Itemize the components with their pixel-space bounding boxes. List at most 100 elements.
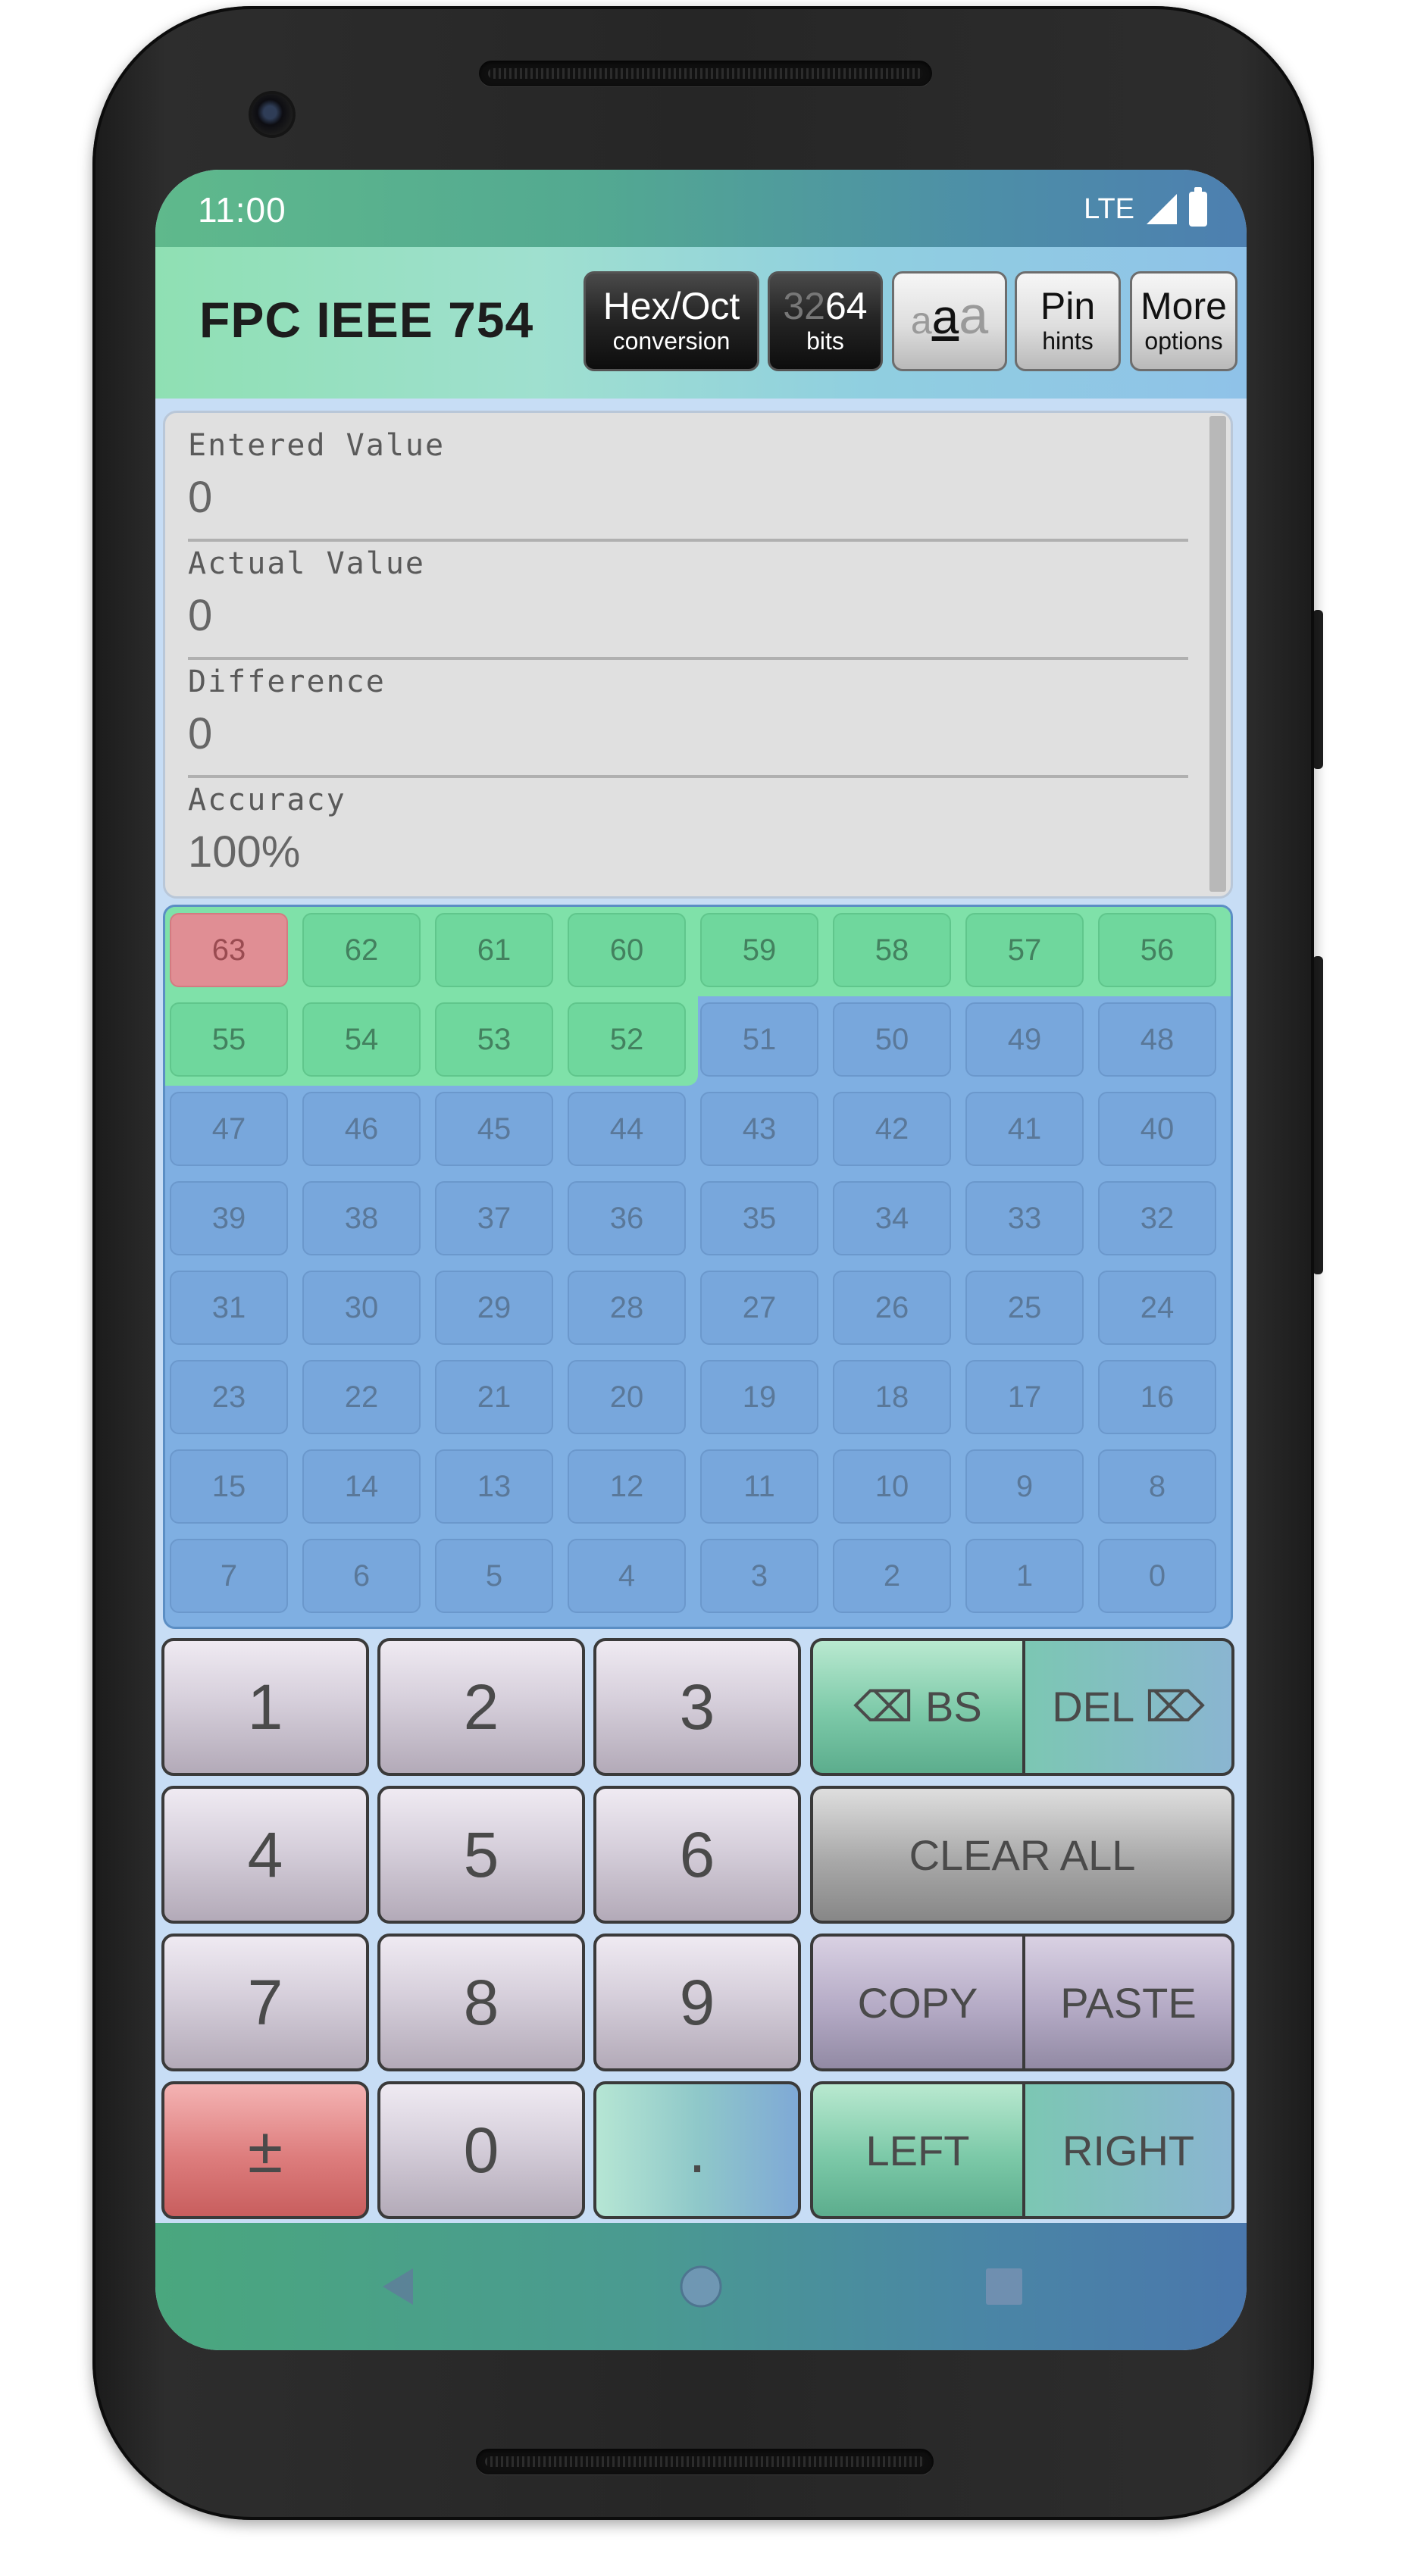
bit-21-toggle[interactable]: 21 xyxy=(435,1360,553,1434)
bit-50-toggle[interactable]: 50 xyxy=(833,1002,951,1077)
bit-53-toggle[interactable]: 53 xyxy=(435,1002,553,1077)
bit-31-toggle[interactable]: 31 xyxy=(170,1271,288,1345)
key-8[interactable]: 8 xyxy=(377,1934,585,2071)
bit-7-toggle[interactable]: 7 xyxy=(170,1539,288,1613)
bit-24-toggle[interactable]: 24 xyxy=(1098,1271,1216,1345)
bit-45-toggle[interactable]: 45 xyxy=(435,1092,553,1166)
bit-15-toggle[interactable]: 15 xyxy=(170,1449,288,1524)
paste-button[interactable]: PASTE xyxy=(1022,1934,1234,2071)
bit-55-toggle[interactable]: 55 xyxy=(170,1002,288,1077)
panel-scrollbar[interactable] xyxy=(1209,416,1226,892)
key-4[interactable]: 4 xyxy=(161,1786,369,1924)
bit-29-toggle[interactable]: 29 xyxy=(435,1271,553,1345)
bit-58-toggle[interactable]: 58 xyxy=(833,913,951,987)
bit-41-toggle[interactable]: 41 xyxy=(965,1092,1084,1166)
bit-26-toggle[interactable]: 26 xyxy=(833,1271,951,1345)
bit-22-toggle[interactable]: 22 xyxy=(302,1360,421,1434)
bit-43-toggle[interactable]: 43 xyxy=(700,1092,818,1166)
key-6[interactable]: 6 xyxy=(593,1786,801,1924)
bit-46-toggle[interactable]: 46 xyxy=(302,1092,421,1166)
bit-20-toggle[interactable]: 20 xyxy=(568,1360,686,1434)
more-label: More xyxy=(1140,285,1227,327)
more-options-button[interactable]: More options xyxy=(1130,271,1237,371)
bit-36-toggle[interactable]: 36 xyxy=(568,1181,686,1255)
bit-18-toggle[interactable]: 18 xyxy=(833,1360,951,1434)
bit-3-toggle[interactable]: 3 xyxy=(700,1539,818,1613)
bit-30-toggle[interactable]: 30 xyxy=(302,1271,421,1345)
bit-52-toggle[interactable]: 52 xyxy=(568,1002,686,1077)
key-7[interactable]: 7 xyxy=(161,1934,369,2071)
bit-1-toggle[interactable]: 1 xyxy=(965,1539,1084,1613)
bit-39-toggle[interactable]: 39 xyxy=(170,1181,288,1255)
bit-16-toggle[interactable]: 16 xyxy=(1098,1360,1216,1434)
key-2[interactable]: 2 xyxy=(377,1638,585,1776)
bit-25-toggle[interactable]: 25 xyxy=(965,1271,1084,1345)
backspace-button[interactable]: ⌫ BS xyxy=(810,1638,1022,1776)
bit-54-toggle[interactable]: 54 xyxy=(302,1002,421,1077)
key-5[interactable]: 5 xyxy=(377,1786,585,1924)
bit-48-toggle[interactable]: 48 xyxy=(1098,1002,1216,1077)
battery-icon xyxy=(1189,187,1207,227)
bit-0-toggle[interactable]: 0 xyxy=(1098,1539,1216,1613)
bit-35-toggle[interactable]: 35 xyxy=(700,1181,818,1255)
bit-23-toggle[interactable]: 23 xyxy=(170,1360,288,1434)
bit-10-toggle[interactable]: 10 xyxy=(833,1449,951,1524)
key-1[interactable]: 1 xyxy=(161,1638,369,1776)
bit-12-toggle[interactable]: 12 xyxy=(568,1449,686,1524)
bit-61-toggle[interactable]: 61 xyxy=(435,913,553,987)
copy-button[interactable]: COPY xyxy=(810,1934,1022,2071)
delete-button[interactable]: DEL ⌦ xyxy=(1022,1638,1234,1776)
right-label: RIGHT xyxy=(1062,2126,1195,2174)
bit-42-toggle[interactable]: 42 xyxy=(833,1092,951,1166)
bit-13-toggle[interactable]: 13 xyxy=(435,1449,553,1524)
entered-value-label: Entered Value xyxy=(188,428,446,463)
bit-38-toggle[interactable]: 38 xyxy=(302,1181,421,1255)
bit-56-toggle[interactable]: 56 xyxy=(1098,913,1216,987)
bit-40-toggle[interactable]: 40 xyxy=(1098,1092,1216,1166)
bit-47-toggle[interactable]: 47 xyxy=(170,1092,288,1166)
bit-11-toggle[interactable]: 11 xyxy=(700,1449,818,1524)
recents-icon[interactable] xyxy=(980,2262,1028,2311)
bit-8-toggle[interactable]: 8 xyxy=(1098,1449,1216,1524)
bit-17-toggle[interactable]: 17 xyxy=(965,1360,1084,1434)
bit-32-toggle[interactable]: 32 xyxy=(1098,1181,1216,1255)
bit-60-toggle[interactable]: 60 xyxy=(568,913,686,987)
bit-59-toggle[interactable]: 59 xyxy=(700,913,818,987)
bit-44-toggle[interactable]: 44 xyxy=(568,1092,686,1166)
decimal-point-button[interactable]: . xyxy=(593,2081,801,2219)
bits-toggle-button[interactable]: 3264 bits xyxy=(768,271,883,371)
cursor-left-button[interactable]: LEFT xyxy=(810,2081,1022,2219)
key-0[interactable]: 0 xyxy=(377,2081,585,2219)
bit-49-toggle[interactable]: 49 xyxy=(965,1002,1084,1077)
bit-4-toggle[interactable]: 4 xyxy=(568,1539,686,1613)
volume-rocker xyxy=(1313,956,1323,1274)
difference-value: 0 xyxy=(188,709,213,758)
clear-all-button[interactable]: CLEAR ALL xyxy=(810,1786,1234,1924)
bit-14-toggle[interactable]: 14 xyxy=(302,1449,421,1524)
bit-9-toggle[interactable]: 9 xyxy=(965,1449,1084,1524)
bit-28-toggle[interactable]: 28 xyxy=(568,1271,686,1345)
bit-57-toggle[interactable]: 57 xyxy=(965,913,1084,987)
pin-hints-button[interactable]: Pin hints xyxy=(1015,271,1121,371)
sign-toggle-button[interactable]: ± xyxy=(161,2081,369,2219)
bit-63-toggle[interactable]: 63 xyxy=(170,913,288,987)
back-icon[interactable] xyxy=(374,2262,422,2311)
key-9[interactable]: 9 xyxy=(593,1934,801,2071)
bit-2-toggle[interactable]: 2 xyxy=(833,1539,951,1613)
hex-oct-conversion-button[interactable]: Hex/Oct conversion xyxy=(584,271,759,371)
bit-27-toggle[interactable]: 27 xyxy=(700,1271,818,1345)
bit-34-toggle[interactable]: 34 xyxy=(833,1181,951,1255)
bit-62-toggle[interactable]: 62 xyxy=(302,913,421,987)
bit-37-toggle[interactable]: 37 xyxy=(435,1181,553,1255)
entered-value-field[interactable]: Entered Value 0 xyxy=(188,428,1188,542)
font-size-button[interactable]: aaa xyxy=(892,271,1007,371)
bit-51-toggle[interactable]: 51 xyxy=(700,1002,818,1077)
bit-33-toggle[interactable]: 33 xyxy=(965,1181,1084,1255)
bit-5-toggle[interactable]: 5 xyxy=(435,1539,553,1613)
cursor-right-button[interactable]: RIGHT xyxy=(1022,2081,1234,2219)
key-3[interactable]: 3 xyxy=(593,1638,801,1776)
home-icon[interactable] xyxy=(677,2262,725,2311)
bit-19-toggle[interactable]: 19 xyxy=(700,1360,818,1434)
clear-all-label: CLEAR ALL xyxy=(909,1830,1136,1879)
bit-6-toggle[interactable]: 6 xyxy=(302,1539,421,1613)
